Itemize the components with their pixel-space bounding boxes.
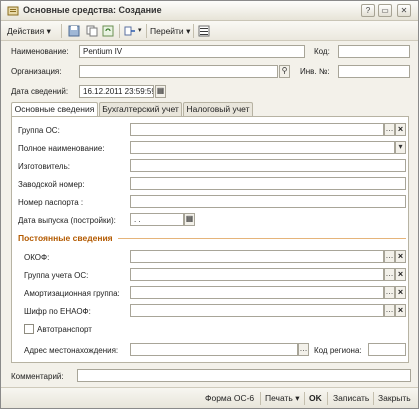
window-title: Основные средства: Создание: [23, 5, 162, 15]
enaof-label: Шифр по ЕНАОФ:: [24, 307, 91, 316]
copy-icon[interactable]: [85, 24, 99, 38]
help-button[interactable]: ?: [361, 4, 375, 17]
save-icon[interactable]: [67, 24, 81, 38]
select-button[interactable]: …: [384, 268, 395, 281]
select-button[interactable]: …: [384, 250, 395, 263]
toolbar-separator: [61, 24, 62, 38]
name-input[interactable]: Pentium IV: [79, 45, 305, 58]
structure-icon[interactable]: [123, 24, 137, 38]
maker-label: Изготовитель:: [18, 162, 70, 171]
chevron-down-icon[interactable]: ▾: [138, 24, 142, 38]
clear-icon[interactable]: ×: [395, 268, 406, 281]
amort-group-label: Амортизационная группа:: [24, 289, 120, 298]
calendar-icon[interactable]: ▦: [184, 213, 195, 226]
passport-input[interactable]: [130, 195, 406, 208]
calendar-icon[interactable]: ▦: [155, 85, 166, 98]
group-input[interactable]: [130, 123, 384, 136]
fullname-label: Полное наименование:: [18, 144, 105, 153]
toolbar-separator: [146, 24, 147, 38]
passport-label: Номер паспорта :: [18, 198, 84, 207]
auto-label: Автотранспорт: [37, 325, 92, 334]
form-os6-button[interactable]: Форма ОС-6: [205, 393, 254, 403]
maker-input[interactable]: [130, 159, 406, 172]
toolbar: Действия ▾ ▾ Перейти ▾: [1, 21, 418, 41]
region-input[interactable]: [368, 343, 406, 356]
address-input[interactable]: [130, 343, 298, 356]
comment-input[interactable]: [77, 369, 411, 382]
section-title: Постоянные сведения: [18, 233, 113, 243]
tab-accounting[interactable]: Бухгалтерский учет: [99, 102, 182, 117]
chevron-down-icon: ▾: [295, 393, 300, 403]
statusbar-separator: [304, 392, 305, 405]
amort-group-input[interactable]: [130, 286, 384, 299]
chevron-down-icon: ▾: [186, 26, 191, 36]
status-bar: Форма ОС-6 Печать ▾ OK Записать Закрыть: [1, 387, 418, 408]
tab-panel: Группа ОС: … × Полное наименование: ▾ Из…: [11, 116, 409, 363]
release-date-label: Дата выпуска (постройки):: [18, 216, 116, 225]
select-button[interactable]: …: [384, 123, 395, 136]
clear-icon[interactable]: ×: [395, 286, 406, 299]
auto-checkbox[interactable]: [24, 324, 34, 334]
name-label: Наименование:: [11, 47, 69, 56]
statusbar-separator: [373, 392, 374, 405]
fixed-asset-icon: [7, 6, 19, 16]
inventory-number-label: Инв. №:: [300, 67, 330, 76]
ok-button[interactable]: OK: [309, 393, 322, 403]
organization-input[interactable]: [79, 65, 278, 78]
select-button[interactable]: …: [384, 304, 395, 317]
save-button[interactable]: Записать: [333, 393, 369, 403]
restore-button[interactable]: ▭: [378, 4, 392, 17]
toolbar-separator: [193, 24, 194, 38]
select-button[interactable]: …: [298, 343, 309, 356]
enaof-input[interactable]: [130, 304, 384, 317]
section-divider: [118, 238, 406, 239]
select-button[interactable]: …: [384, 286, 395, 299]
statusbar-separator: [260, 392, 261, 405]
code-label: Код:: [314, 47, 330, 56]
code-input[interactable]: [338, 45, 410, 58]
acc-group-label: Группа учета ОС:: [24, 271, 89, 280]
list-icon[interactable]: [197, 24, 211, 38]
inventory-number-input[interactable]: [338, 65, 410, 78]
chevron-down-icon: ▾: [46, 26, 51, 36]
date-input[interactable]: 16.12.2011 23:59:59: [79, 85, 154, 98]
clear-icon[interactable]: ×: [395, 250, 406, 263]
okof-input[interactable]: [130, 250, 384, 263]
statusbar-separator: [327, 392, 328, 405]
address-label: Адрес местонахождения:: [24, 346, 119, 355]
title-bar[interactable]: Основные средства: Создание ? ▭ ✕: [1, 1, 418, 21]
goto-menu[interactable]: Перейти ▾: [150, 24, 190, 38]
clear-icon[interactable]: ×: [395, 123, 406, 136]
fullname-input[interactable]: [130, 141, 395, 154]
tab-tax[interactable]: Налоговый учет: [183, 102, 253, 117]
serial-input[interactable]: [130, 177, 406, 190]
close-window-button[interactable]: ✕: [397, 4, 411, 17]
print-menu[interactable]: Печать ▾: [265, 393, 300, 404]
actions-menu[interactable]: Действия ▾: [7, 24, 51, 38]
refresh-icon[interactable]: [101, 24, 115, 38]
form-window: Основные средства: Создание ? ▭ ✕ Действ…: [0, 0, 419, 409]
date-label: Дата сведений:: [11, 87, 69, 96]
region-label: Код региона:: [314, 346, 362, 355]
release-date-input[interactable]: . .: [130, 213, 184, 226]
close-button[interactable]: Закрыть: [378, 393, 411, 403]
group-label: Группа ОС:: [18, 126, 60, 135]
search-icon[interactable]: ⚲: [279, 65, 290, 78]
clear-icon[interactable]: ×: [395, 304, 406, 317]
acc-group-input[interactable]: [130, 268, 384, 281]
okof-label: ОКОФ:: [24, 253, 50, 262]
toolbar-separator: [119, 24, 120, 38]
chevron-down-icon[interactable]: ▾: [395, 141, 406, 154]
organization-label: Организация:: [11, 67, 62, 76]
comment-label: Комментарий:: [11, 372, 64, 381]
serial-label: Заводской номер:: [18, 180, 85, 189]
